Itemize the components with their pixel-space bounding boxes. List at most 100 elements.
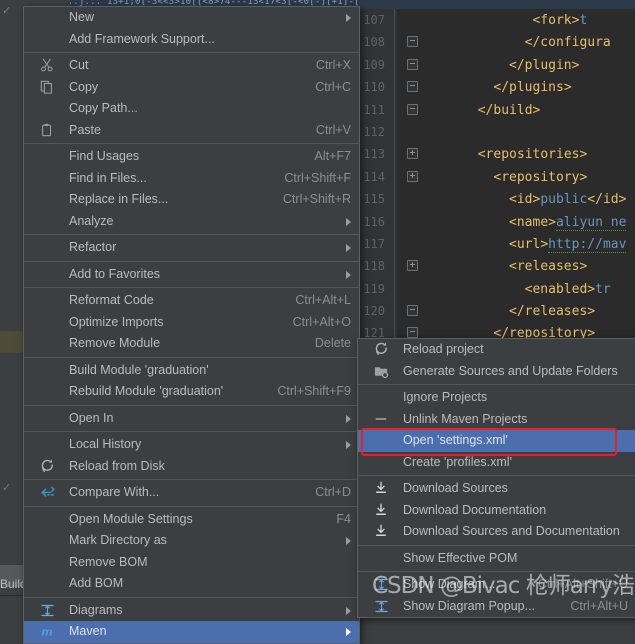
menu-item-cut[interactable]: Cut Ctrl+X — [24, 55, 359, 77]
menu-item-label: Remove Module — [69, 336, 161, 350]
copy-icon — [40, 80, 56, 95]
menu-item-replace-in-files[interactable]: Replace in Files... Ctrl+Shift+R — [24, 189, 359, 211]
menu-separator — [358, 571, 635, 572]
menu-item-analyze[interactable]: Analyze — [24, 211, 359, 233]
menu-item-optimize-imports[interactable]: Optimize Imports Ctrl+Alt+O — [24, 312, 359, 334]
menu-item-maven[interactable]: m Maven — [24, 621, 359, 643]
menu-item-shortcut: Ctrl+D — [315, 485, 351, 499]
menu-item-shortcut: Ctrl+X — [315, 58, 351, 72]
menu-item-add-to-favorites[interactable]: Add to Favorites — [24, 264, 359, 286]
chevron-right-icon — [346, 217, 351, 226]
menu-separator — [24, 356, 359, 358]
menu-item-label: Compare With... — [69, 485, 160, 499]
menu-item-copy-path[interactable]: Copy Path... — [24, 98, 359, 120]
menu-item-copy[interactable]: Copy Ctrl+C — [24, 77, 359, 99]
menu-item-paste[interactable]: Paste Ctrl+V — [24, 120, 359, 142]
menu-item-find-usages[interactable]: Find Usages Alt+F7 — [24, 146, 359, 168]
code-text: <url>http://mav — [509, 236, 627, 253]
code-text: <fork>t — [532, 13, 588, 28]
menu-item-shortcut: Ctrl+C — [315, 79, 351, 94]
menu-item-show-diagram-popup[interactable]: Show Diagram Popup... Ctrl+Alt+U — [358, 596, 635, 618]
menu-item-download-documentation[interactable]: Download Documentation — [358, 500, 635, 522]
menu-item-local-history[interactable]: Local History — [24, 434, 359, 456]
menu-item-label: Show Diagram... — [403, 577, 496, 591]
menu-item-label: Open 'settings.xml' — [403, 433, 508, 447]
code-fold-toggle[interactable] — [407, 305, 418, 317]
menu-item-label: Unlink Maven Projects — [403, 411, 528, 426]
menu-item-remove-module[interactable]: Remove Module Delete — [24, 333, 359, 355]
menu-item-shortcut: Ctrl+Alt+U — [570, 598, 628, 613]
tree-check-icon: ✓ — [2, 5, 12, 17]
menu-item-ignore-projects[interactable]: Ignore Projects — [358, 387, 635, 409]
code-line: 110 </plugins> — [355, 76, 635, 98]
menu-item-unlink-maven-projects[interactable]: Unlink Maven Projects — [358, 409, 635, 431]
menu-item-label: Show Diagram Popup... — [403, 598, 536, 613]
code-fold-toggle[interactable] — [407, 170, 418, 182]
menu-item-label: Copy — [69, 79, 99, 94]
menu-item-label: Rebuild Module 'graduation' — [69, 384, 224, 398]
menu-item-reload-from-disk[interactable]: Reload from Disk — [24, 456, 359, 478]
code-fold-toggle[interactable] — [407, 148, 418, 160]
menu-item-label: New — [69, 10, 95, 24]
code-line: 115 <id>public</id> — [355, 188, 635, 210]
menu-separator — [24, 479, 359, 480]
code-text: <name>aliyun ne — [509, 214, 627, 231]
code-fold-toggle[interactable] — [407, 81, 418, 93]
menu-item-create-profiles-xml[interactable]: Create 'profiles.xml' — [358, 452, 635, 474]
folder-refresh-icon — [374, 364, 390, 379]
menu-item-download-sources-and-documentation[interactable]: Download Sources and Documentation — [358, 521, 635, 543]
minus-icon — [374, 412, 390, 427]
menu-item-label: Open In — [69, 410, 114, 425]
menu-item-refactor[interactable]: Refactor — [24, 237, 359, 259]
menu-item-find-in-files[interactable]: Find in Files... Ctrl+Shift+F — [24, 168, 359, 190]
menu-item-show-diagram[interactable]: Show Diagram... Ctrl+Alt+Shift+U — [358, 574, 635, 596]
menu-item-open-settings-xml[interactable]: Open 'settings.xml' — [358, 430, 635, 452]
menu-item-shortcut: Ctrl+Alt+L — [295, 293, 351, 307]
menu-item-mark-directory-as[interactable]: Mark Directory as — [24, 530, 359, 552]
menu-item-rebuild-module-graduation[interactable]: Rebuild Module 'graduation' Ctrl+Shift+F9 — [24, 381, 359, 403]
menu-item-label: Reformat Code — [69, 293, 154, 307]
chevron-right-icon — [346, 441, 351, 449]
menu-separator — [24, 431, 359, 432]
compare-icon — [40, 485, 56, 500]
chevron-right-icon — [346, 14, 351, 22]
code-fold-toggle[interactable] — [407, 260, 418, 272]
menu-item-label: Add to Favorites — [69, 266, 161, 281]
menu-item-open-in[interactable]: Open In — [24, 408, 359, 430]
menu-item-reload-project[interactable]: Reload project — [358, 339, 635, 361]
download-icon — [374, 503, 390, 518]
chevron-right-icon — [346, 270, 351, 279]
menu-item-reformat-code[interactable]: Reformat Code Ctrl+Alt+L — [24, 290, 359, 312]
code-line: 112 — [355, 121, 635, 143]
code-fold-toggle[interactable] — [407, 327, 418, 339]
code-fold-toggle[interactable] — [407, 58, 418, 70]
code-line: 109 </plugin> — [355, 54, 635, 76]
code-text: </build> — [477, 102, 541, 118]
code-line: 108 </configura — [355, 31, 635, 53]
menu-item-build-module-graduation[interactable]: Build Module 'graduation' — [24, 360, 359, 382]
menu-item-add-framework-support[interactable]: Add Framework Support... — [24, 29, 359, 51]
menu-item-label: Download Sources and Documentation — [403, 524, 620, 538]
menu-separator — [24, 596, 359, 598]
menu-item-open-module-settings[interactable]: Open Module Settings F4 — [24, 509, 359, 531]
menu-item-generate-sources-and-update-folders[interactable]: Generate Sources and Update Folders — [358, 361, 635, 383]
code-fold-toggle[interactable] — [407, 36, 418, 48]
menu-item-compare-with[interactable]: Compare With... Ctrl+D — [24, 482, 359, 504]
svg-text:m: m — [41, 625, 53, 639]
context-menu[interactable]: New Add Framework Support... Cut Ctrl+X Copy… — [23, 6, 360, 644]
clipboard-icon — [40, 123, 56, 138]
maven-submenu[interactable]: Reload project Generate Sources and Updat… — [357, 338, 635, 618]
menu-item-new[interactable]: New — [24, 7, 359, 29]
menu-item-add-bom[interactable]: Add BOM — [24, 573, 359, 595]
menu-item-diagrams[interactable]: Diagrams — [24, 600, 359, 622]
menu-item-shortcut: Ctrl+Shift+F9 — [277, 384, 351, 398]
menu-item-label: Remove BOM — [69, 554, 148, 569]
diagram-icon — [374, 577, 390, 592]
menu-item-remove-bom[interactable]: Remove BOM — [24, 552, 359, 574]
code-fold-toggle[interactable] — [407, 103, 418, 115]
menu-item-show-effective-pom[interactable]: Show Effective POM — [358, 548, 635, 570]
menu-separator — [358, 544, 635, 546]
scissors-icon — [40, 58, 56, 73]
menu-item-download-sources[interactable]: Download Sources — [358, 478, 635, 500]
menu-item-label: Local History — [69, 437, 142, 451]
